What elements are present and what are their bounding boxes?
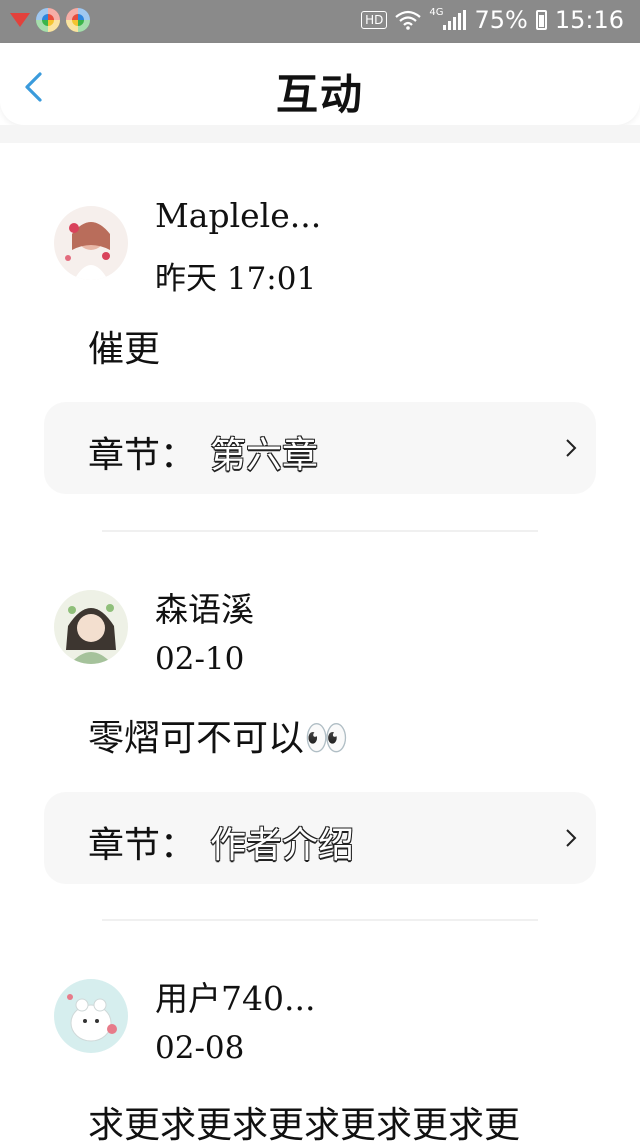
comment-date: 昨天 17:01 bbox=[155, 261, 317, 297]
page-title: 互动 bbox=[275, 70, 364, 119]
chapter-link[interactable]: 章节： 第六章 bbox=[44, 402, 596, 494]
comment-text: 求更求更求更求更求更求更 bbox=[88, 1105, 521, 1146]
header-separator bbox=[0, 125, 640, 143]
header-bar: 互动 bbox=[0, 43, 640, 125]
avatar[interactable] bbox=[54, 206, 128, 280]
username[interactable]: 森语溪 bbox=[155, 583, 254, 631]
comment-date: 02-08 bbox=[155, 1030, 245, 1066]
chapter-prefix: 章节： bbox=[88, 435, 197, 476]
notification-icons bbox=[10, 8, 90, 32]
app-v-icon bbox=[10, 11, 30, 29]
battery-percent: 75% bbox=[474, 6, 528, 34]
comment-date: 02-10 bbox=[155, 641, 245, 677]
hd-badge: HD bbox=[361, 11, 388, 29]
app-color-wheel-icon bbox=[66, 8, 90, 32]
chapter-name: 作者介绍 bbox=[210, 825, 355, 866]
wifi-icon bbox=[395, 10, 422, 30]
status-bar: HD 4G 75% 15:16 bbox=[0, 0, 640, 43]
avatar[interactable] bbox=[54, 590, 128, 664]
chapter-link[interactable]: 章节： 作者介绍 bbox=[44, 792, 596, 884]
signal-icon bbox=[443, 10, 467, 30]
battery-icon bbox=[535, 10, 547, 30]
app-color-wheel-icon bbox=[36, 8, 60, 32]
comment-text: 催更 bbox=[88, 329, 161, 370]
chevron-right-icon bbox=[566, 439, 577, 457]
comment-text: 零熠可不可以👀 bbox=[88, 718, 349, 759]
divider bbox=[102, 530, 538, 532]
divider bbox=[102, 919, 538, 921]
network-type: 4G bbox=[429, 6, 444, 18]
avatar[interactable] bbox=[54, 979, 128, 1053]
chapter-name: 第六章 bbox=[210, 435, 319, 476]
username[interactable]: 用户740... bbox=[155, 972, 315, 1020]
chapter-prefix: 章节： bbox=[88, 825, 197, 866]
username[interactable]: Maplele... bbox=[155, 196, 321, 235]
clock: 15:16 bbox=[554, 6, 624, 34]
chevron-right-icon bbox=[566, 829, 577, 847]
